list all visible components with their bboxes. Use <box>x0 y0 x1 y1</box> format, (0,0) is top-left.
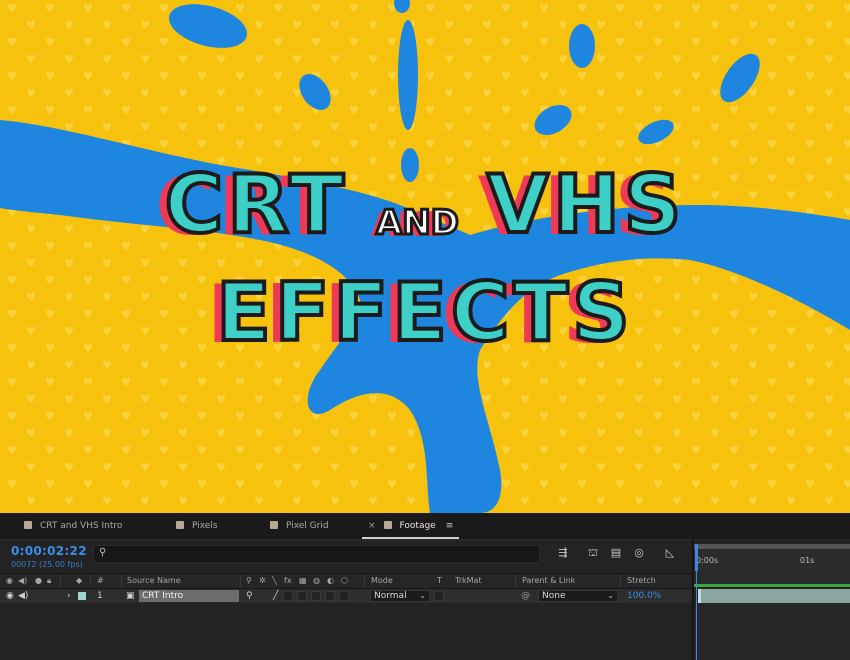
close-tab-icon[interactable]: × <box>368 521 376 531</box>
layer-name[interactable]: CRT Intro <box>139 590 239 602</box>
mode-dropdown[interactable]: Normal ⌄ <box>370 590 430 602</box>
current-time-display[interactable]: 0:00:02:22 <box>11 544 87 558</box>
expand-layer-chevron-icon[interactable]: › <box>67 589 71 603</box>
column-number: # <box>97 576 104 585</box>
layer-index: 1 <box>97 591 103 601</box>
adjustment-layer-icon: ◐ <box>327 576 334 585</box>
parent-dropdown[interactable]: None ⌄ <box>538 590 618 602</box>
layer-row[interactable]: ◉ ◀) › 1 ▣ CRT Intro ⚲ ╱ Normal ⌄ @ None ⌄… <box>0 589 692 603</box>
column-mode: Mode <box>371 576 393 585</box>
render-cache-bar <box>694 584 850 587</box>
tab-pixel-grid[interactable]: Pixel Grid <box>270 513 329 539</box>
layer-duration-bar[interactable] <box>698 589 850 603</box>
layer-column-headers: ◉ ◀) ● 🔒︎ ◆ # Source Name ⚲ ✲ ╲ fx ▦ ◍ ◐… <box>0 573 692 589</box>
frame-blend-icon: ▦ <box>299 576 307 585</box>
splash-artwork <box>0 0 850 513</box>
title-word-crt: CRT <box>163 156 348 253</box>
pickwhip-icon[interactable]: @ <box>521 589 530 603</box>
frame-blending-icon[interactable]: ◎ <box>632 546 646 560</box>
label-icon: ◆ <box>76 576 83 585</box>
chevron-down-icon: ⌄ <box>607 591 614 600</box>
column-source-name[interactable]: Source Name <box>127 574 181 588</box>
title-word-and: AND <box>374 201 460 244</box>
title-word-effects: EFFECTS <box>214 264 634 361</box>
quality-icon: ╲ <box>272 576 277 585</box>
ruler-label-start: 0:00s <box>696 556 719 565</box>
work-area-bar[interactable] <box>694 544 850 549</box>
composition-viewer[interactable]: CRT AND VHS EFFECTS <box>0 0 850 513</box>
title-word-vhs: VHS <box>485 156 686 253</box>
title-line-1: CRT AND VHS <box>0 156 850 253</box>
title-line-2: EFFECTS <box>0 264 850 361</box>
frame-count-display: 00072 (25.00 fps) <box>11 560 83 569</box>
column-t: T <box>437 576 442 585</box>
hide-shy-layers-icon[interactable]: ▤ <box>609 546 623 560</box>
search-icon: ⚲ <box>99 547 107 558</box>
collapse-icon: ✲ <box>259 576 266 585</box>
panel-menu-icon[interactable]: ≡ <box>446 521 454 531</box>
layer-motion-blur-switch[interactable] <box>311 591 321 601</box>
graph-editor-icon[interactable]: ◺ <box>663 546 677 560</box>
solo-icon: ● <box>35 576 42 585</box>
tab-crt-and-vhs-intro[interactable]: CRT and VHS Intro <box>24 513 122 539</box>
visibility-icon: ◉ <box>6 576 13 585</box>
tab-pixels[interactable]: Pixels <box>176 513 218 539</box>
layer-frame-blend-switch[interactable] <box>297 591 307 601</box>
column-stretch: Stretch <box>627 576 656 585</box>
shy-icon: ⚲ <box>246 576 252 585</box>
layer-visibility-icon[interactable]: ◉ <box>6 589 14 603</box>
column-trkmat: TrkMat <box>455 576 482 585</box>
footage-icon: ▣ <box>126 591 135 601</box>
audio-icon: ◀) <box>18 576 28 585</box>
layer-audio-icon[interactable]: ◀) <box>18 589 28 603</box>
layer-quality-switch-icon[interactable]: ╱ <box>273 589 278 603</box>
layer-search-input[interactable]: ⚲ <box>93 545 540 563</box>
layer-label-color[interactable] <box>78 592 86 600</box>
motion-blur-icon: ◍ <box>313 576 320 585</box>
composition-tabs: CRT and VHS Intro Pixels Pixel Grid × Foo… <box>0 513 850 540</box>
composition-icon <box>176 521 184 529</box>
stretch-value[interactable]: 100.0% <box>627 589 661 603</box>
comp-mini-flowchart-icon[interactable]: ⇶ <box>556 546 570 560</box>
lock-icon: 🔒︎ <box>47 576 52 585</box>
timeline-panel: CRT and VHS Intro Pixels Pixel Grid × Foo… <box>0 513 850 660</box>
current-time-indicator-line <box>696 571 697 660</box>
current-time-indicator[interactable] <box>695 544 698 571</box>
composition-icon <box>270 521 278 529</box>
layer-effects-switch[interactable] <box>283 591 293 601</box>
after-effects-window: CRT AND VHS EFFECTS CRT and VHS Intro Pixe… <box>0 0 850 660</box>
column-parent-link: Parent & Link <box>522 576 576 585</box>
composition-icon <box>383 521 392 529</box>
draft-3d-icon[interactable]: ⛫ <box>586 546 600 560</box>
layer-list-empty-area <box>0 603 692 660</box>
3d-layer-icon: ⬡ <box>341 576 348 585</box>
composition-icon <box>24 521 32 529</box>
tab-footage[interactable]: × Footage ≡ <box>361 513 460 539</box>
layer-shy-switch-icon[interactable]: ⚲ <box>246 589 253 603</box>
effects-icon: fx <box>284 576 292 585</box>
timeline-empty-area <box>694 603 850 660</box>
layer-adjustment-switch[interactable] <box>325 591 335 601</box>
chevron-down-icon: ⌄ <box>419 591 426 600</box>
layer-3d-switch[interactable] <box>339 591 349 601</box>
preserve-transparency-switch[interactable] <box>434 591 444 601</box>
ruler-label-01s: 01s <box>800 556 815 565</box>
